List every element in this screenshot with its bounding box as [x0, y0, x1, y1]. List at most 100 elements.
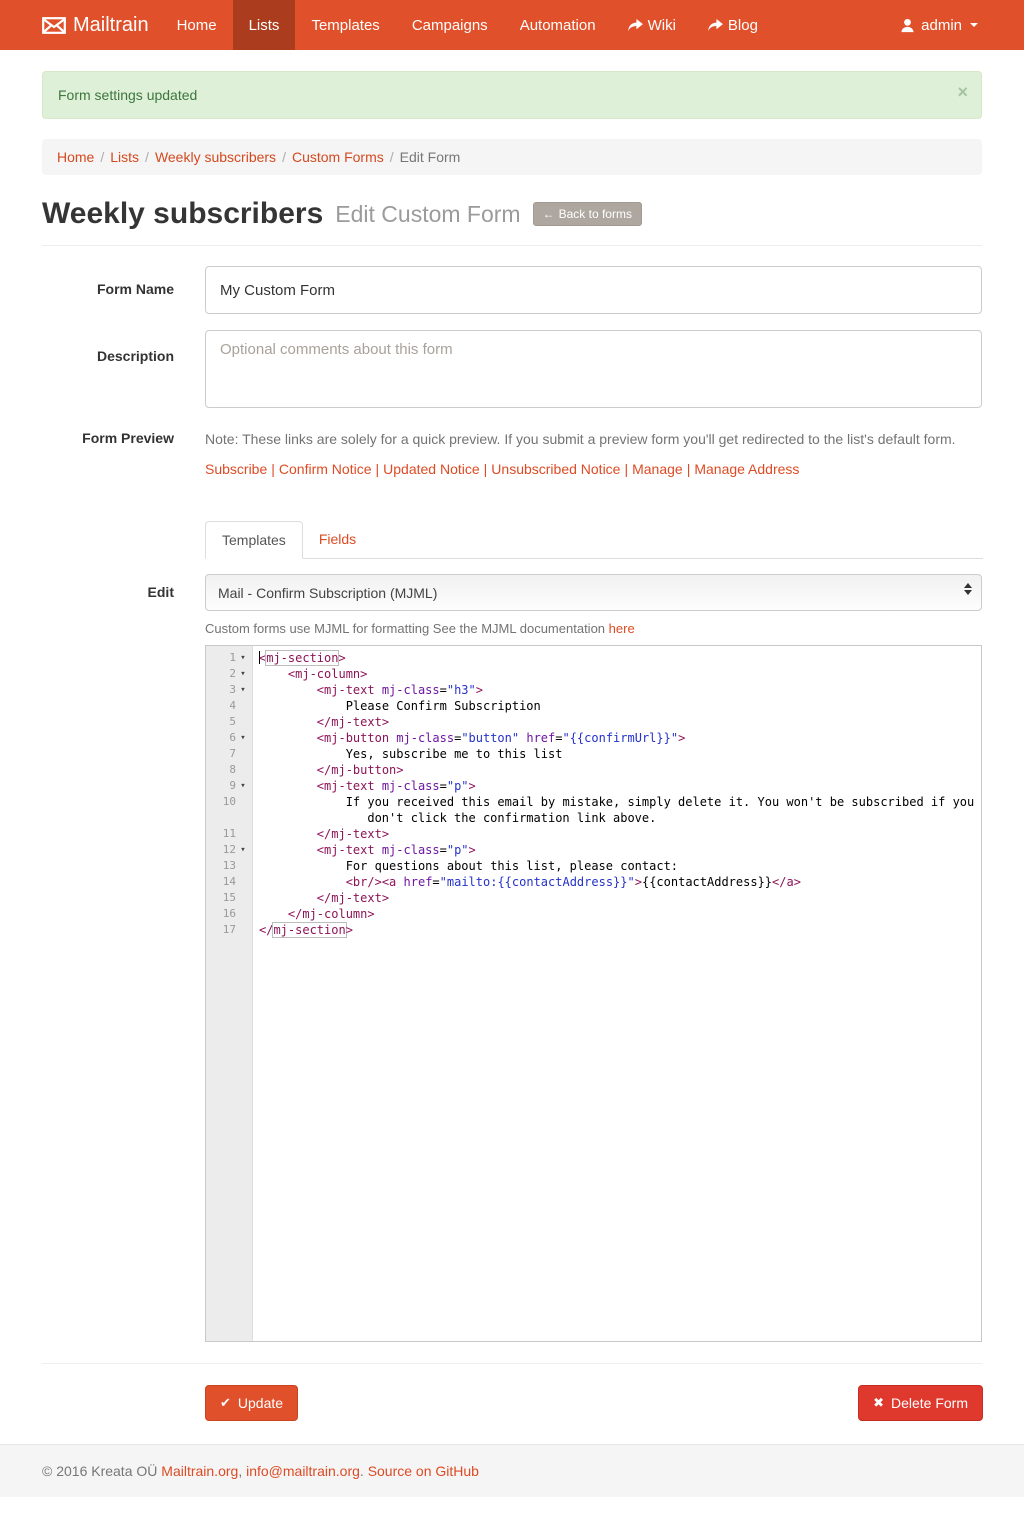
- actions-divider: [42, 1363, 982, 1364]
- line-number: 5: [229, 714, 236, 730]
- breadcrumb-separator: /: [145, 149, 149, 165]
- code-line[interactable]: <mj-text mj-class="h3">: [253, 682, 981, 698]
- brand-logo[interactable]: Mailtrain: [42, 0, 161, 50]
- form-name-input[interactable]: [205, 266, 982, 314]
- page-header: Weekly subscribers Edit Custom Form ← Ba…: [42, 197, 982, 231]
- edit-label: Edit: [42, 574, 205, 1342]
- x-icon: ✖: [873, 1395, 884, 1411]
- code-line-row: 13 For questions about this list, please…: [206, 858, 981, 874]
- code-line-row: 14 <br/><a href="mailto:{{contactAddress…: [206, 874, 981, 890]
- nav-item-lists[interactable]: Lists: [233, 0, 296, 50]
- footer-link-mailtrain[interactable]: Mailtrain.org: [161, 1463, 238, 1479]
- share-arrow-icon: [708, 19, 723, 32]
- code-line[interactable]: </mj-section>: [253, 922, 981, 938]
- code-line-row: 10 If you received this email by mistake…: [206, 794, 981, 826]
- line-number: 17: [223, 922, 236, 938]
- breadcrumb-separator: /: [390, 149, 394, 165]
- code-line[interactable]: For questions about this list, please co…: [253, 858, 981, 874]
- code-line[interactable]: <mj-text mj-class="p">: [253, 842, 981, 858]
- update-button[interactable]: ✔ Update: [205, 1385, 298, 1421]
- fold-arrow-icon[interactable]: ▾: [236, 666, 250, 682]
- preview-link-unsubscribed-notice[interactable]: Unsubscribed Notice: [491, 461, 620, 477]
- preview-link-manage[interactable]: Manage: [632, 461, 683, 477]
- code-line[interactable]: <mj-section>: [253, 650, 981, 666]
- line-number: 4: [229, 698, 236, 714]
- footer-link-github[interactable]: Source on GitHub: [368, 1463, 479, 1479]
- nav-item-automation[interactable]: Automation: [504, 0, 612, 50]
- fold-arrow-icon[interactable]: ▾: [236, 778, 250, 794]
- code-line-row: 2▾ <mj-column>: [206, 666, 981, 682]
- code-line[interactable]: </mj-text>: [253, 714, 981, 730]
- mjml-doc-link[interactable]: here: [609, 621, 635, 636]
- caret-down-icon: [970, 23, 978, 27]
- preview-link-confirm-notice[interactable]: Confirm Notice: [279, 461, 372, 477]
- delete-form-button[interactable]: ✖ Delete Form: [858, 1385, 983, 1421]
- line-number: 8: [229, 762, 236, 778]
- select-caret-icon: [964, 583, 972, 595]
- code-line[interactable]: <mj-button mj-class="button" href="{{con…: [253, 730, 981, 746]
- nav-item-campaigns[interactable]: Campaigns: [396, 0, 504, 50]
- nav-item-templates[interactable]: Templates: [295, 0, 395, 50]
- breadcrumb-separator: /: [282, 149, 286, 165]
- code-line[interactable]: </mj-column>: [253, 906, 981, 922]
- footer-link-email[interactable]: info@mailtrain.org: [246, 1463, 360, 1479]
- code-line[interactable]: <br/><a href="mailto:{{contactAddress}}"…: [253, 874, 981, 890]
- user-menu[interactable]: admin: [896, 0, 982, 50]
- copyright-text: © 2016 Kreata OÜ: [42, 1463, 157, 1479]
- line-number: 1: [229, 650, 236, 666]
- code-line[interactable]: If you received this email by mistake, s…: [253, 794, 981, 826]
- link-separator: |: [624, 461, 628, 477]
- top-navbar: Mailtrain Home Lists Templates Campaigns…: [0, 0, 1024, 50]
- back-arrow-icon: ←: [543, 207, 555, 221]
- tab-templates[interactable]: Templates: [205, 521, 303, 559]
- code-editor[interactable]: 1▾<mj-section>2▾ <mj-column>3▾ <mj-text …: [205, 645, 982, 1342]
- envelope-icon: [42, 17, 66, 34]
- line-number: 16: [223, 906, 236, 922]
- back-to-forms-button[interactable]: ← Back to forms: [533, 202, 642, 226]
- nav-item-home[interactable]: Home: [161, 0, 233, 50]
- code-line[interactable]: <mj-column>: [253, 666, 981, 682]
- breadcrumb-link-custom-forms[interactable]: Custom Forms: [292, 149, 384, 165]
- template-select[interactable]: Mail - Confirm Subscription (MJML): [205, 574, 982, 611]
- main-nav: Home Lists Templates Campaigns Automatio…: [161, 0, 774, 50]
- fold-arrow-icon[interactable]: ▾: [236, 650, 250, 666]
- nav-item-blog[interactable]: Blog: [692, 0, 774, 50]
- breadcrumb-link-home[interactable]: Home: [57, 149, 94, 165]
- code-line-row: 5 </mj-text>: [206, 714, 981, 730]
- preview-link-updated-notice[interactable]: Updated Notice: [383, 461, 480, 477]
- preview-link-manage-address[interactable]: Manage Address: [694, 461, 799, 477]
- form-preview-label: Form Preview: [42, 427, 205, 477]
- alert-close-button[interactable]: ×: [957, 83, 968, 101]
- code-line[interactable]: </mj-button>: [253, 762, 981, 778]
- code-line[interactable]: <mj-text mj-class="p">: [253, 778, 981, 794]
- preview-links: Subscribe|Confirm Notice|Updated Notice|…: [205, 461, 982, 477]
- form-name-label: Form Name: [42, 266, 205, 314]
- share-arrow-icon: [628, 19, 643, 32]
- mjml-help: Custom forms use MJML for formatting See…: [205, 621, 982, 636]
- code-line[interactable]: Yes, subscribe me to this list: [253, 746, 981, 762]
- breadcrumb-link-list[interactable]: Weekly subscribers: [155, 149, 276, 165]
- fold-arrow-icon[interactable]: ▾: [236, 842, 250, 858]
- line-number: 12: [223, 842, 236, 858]
- nav-item-wiki[interactable]: Wiki: [612, 0, 692, 50]
- template-select-value: Mail - Confirm Subscription (MJML): [218, 585, 437, 601]
- breadcrumb-link-lists[interactable]: Lists: [110, 149, 139, 165]
- code-line[interactable]: Please Confirm Subscription: [253, 698, 981, 714]
- code-lines: 1▾<mj-section>2▾ <mj-column>3▾ <mj-text …: [206, 646, 981, 938]
- page-footer: © 2016 Kreata OÜ Mailtrain.org, info@mai…: [0, 1444, 1024, 1497]
- brand-name: Mailtrain: [73, 14, 149, 37]
- page-subtitle: Edit Custom Form: [335, 201, 520, 228]
- code-line[interactable]: </mj-text>: [253, 890, 981, 906]
- code-line-row: 7 Yes, subscribe me to this list: [206, 746, 981, 762]
- description-textarea[interactable]: [205, 330, 982, 408]
- page-title: Weekly subscribers: [42, 197, 323, 231]
- code-line[interactable]: </mj-text>: [253, 826, 981, 842]
- code-line-row: 6▾ <mj-button mj-class="button" href="{{…: [206, 730, 981, 746]
- tab-fields[interactable]: Fields: [303, 521, 372, 559]
- preview-link-subscribe[interactable]: Subscribe: [205, 461, 267, 477]
- code-line-row: 17 </mj-section>: [206, 922, 981, 938]
- fold-arrow-icon[interactable]: ▾: [236, 730, 250, 746]
- fold-arrow-icon[interactable]: ▾: [236, 682, 250, 698]
- user-name: admin: [921, 17, 962, 34]
- line-number: 9: [229, 778, 236, 794]
